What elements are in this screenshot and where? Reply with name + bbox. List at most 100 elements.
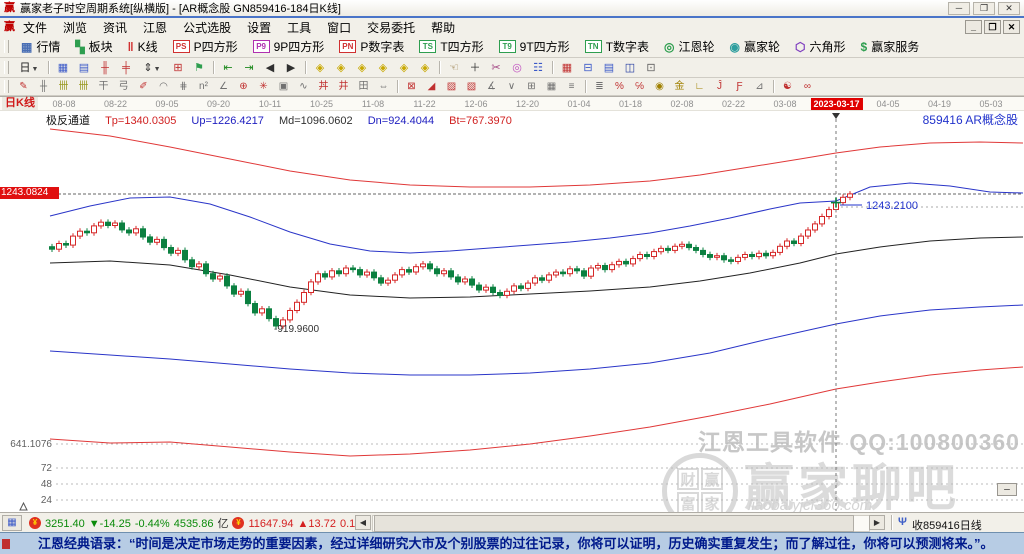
time-rulers-button[interactable]: ╫ (34, 80, 53, 94)
step-back-button[interactable]: ◀ (260, 60, 280, 76)
angle-tool-button[interactable]: ∠ (214, 80, 233, 94)
percent-box-button[interactable]: ℅ (630, 80, 649, 94)
jump-last-button[interactable]: ⇥ (239, 60, 259, 76)
well-marker-1-button[interactable]: 丼 (314, 80, 333, 94)
t-number-table-button[interactable]: TNT数字表 (578, 38, 656, 55)
well-marker-2-button[interactable]: 井 (334, 80, 353, 94)
hash-grid-button[interactable]: ⋕ (174, 80, 193, 94)
menu-item-5[interactable]: 设置 (239, 18, 279, 37)
menu-item-3[interactable]: 江恩 (135, 18, 175, 37)
calculator-button[interactable]: ⊟ (578, 60, 598, 76)
calendar-button[interactable]: ▦ (557, 60, 577, 76)
formula-tool-button[interactable]: ☷ (528, 60, 548, 76)
fill-box-1-button[interactable]: ▨ (442, 80, 461, 94)
zoom-diamond-right-button[interactable]: ◈ (331, 60, 351, 76)
golden-section-button[interactable]: ◉ (650, 80, 669, 94)
period-selector-button[interactable]: 日▼ (14, 60, 44, 76)
window-layout-button[interactable]: ▦ (53, 60, 73, 76)
measure-list-button[interactable]: ≣ (590, 80, 609, 94)
winner-wheel-button[interactable]: ◉赢家轮 (723, 38, 788, 55)
9p-square-button[interactable]: P99P四方形 (246, 38, 332, 55)
gann-wheel-button[interactable]: ◎江恩轮 (657, 38, 722, 55)
percent-tool-button[interactable]: % (610, 80, 629, 94)
kline-button[interactable]: ‖K线 (121, 38, 165, 55)
golden-band-button[interactable]: 金 (670, 80, 689, 94)
menu-item-1[interactable]: 浏览 (55, 18, 95, 37)
hexagon-button[interactable]: ⬡六角形 (788, 38, 853, 55)
close-button[interactable]: ✕ (998, 2, 1020, 15)
ray-fan-button[interactable]: ◢ (422, 80, 441, 94)
ruled-frame-button[interactable]: ▦ (542, 80, 561, 94)
pen-tool-button[interactable]: ✎ (14, 80, 33, 94)
f-line-button[interactable]: Ƒ (730, 80, 749, 94)
kline-style-2-button[interactable]: ╪ (116, 60, 136, 76)
step-forward-button[interactable]: ▶ (281, 60, 301, 76)
crosshair-tool-button[interactable]: ＋ (465, 60, 485, 76)
photo-frame-button[interactable]: ▣ (274, 80, 293, 94)
zoom-diamond-full-button[interactable]: ◈ (415, 60, 435, 76)
erase-tool-button[interactable]: ⊠ (402, 80, 421, 94)
scrollbar-thumb[interactable] (374, 515, 854, 532)
zoom-diamond-v-button[interactable]: ◈ (394, 60, 414, 76)
spiral-tool-button[interactable]: 弓 (114, 80, 133, 94)
multi-chart-button[interactable]: ⊞ (168, 60, 188, 76)
menu-item-2[interactable]: 资讯 (95, 18, 135, 37)
polyline-tool-button[interactable]: ∨ (502, 80, 521, 94)
slope-tool-button[interactable]: ⊿ (750, 80, 769, 94)
quotes-button[interactable]: ▦行情 (14, 38, 67, 55)
menu-item-7[interactable]: 窗口 (319, 18, 359, 37)
p-square-button[interactable]: PSP四方形 (166, 38, 245, 55)
save-button[interactable]: ◫ (620, 60, 640, 76)
infinity-tool-button[interactable]: ∞ (798, 80, 817, 94)
fill-box-2-button[interactable]: ▧ (462, 80, 481, 94)
minimize-button[interactable]: ─ (948, 2, 970, 15)
taiji-tool-button[interactable]: ☯ (778, 80, 797, 94)
zoom-diamond-plus-button[interactable]: ◈ (373, 60, 393, 76)
scroll-right-button[interactable]: ▶ (869, 515, 885, 530)
box-grid-button[interactable]: 田 (354, 80, 373, 94)
menu-item-9[interactable]: 帮助 (423, 18, 463, 37)
export-link-button[interactable]: ⊡ (641, 60, 661, 76)
9t-square-button[interactable]: T99T四方形 (492, 38, 577, 55)
arc-tool-button[interactable]: ◠ (154, 80, 173, 94)
n-square-button[interactable]: n² (194, 80, 213, 94)
kline-style-1-button[interactable]: ╫ (95, 60, 115, 76)
slant-pen-button[interactable]: ∡ (482, 80, 501, 94)
t-square-button[interactable]: TST四方形 (412, 38, 490, 55)
candle-scale-button[interactable]: ⇕▼ (137, 60, 167, 76)
menu-item-4[interactable]: 公式选股 (175, 18, 239, 37)
measure-tool-button[interactable]: ✂ (486, 60, 506, 76)
target-circle-button[interactable]: ⊕ (234, 80, 253, 94)
zoom-diamond-h-button[interactable]: ◈ (352, 60, 372, 76)
restore-button[interactable]: ❐ (973, 2, 995, 15)
parallel-lines-button[interactable]: ≡ (562, 80, 581, 94)
zoom-diamond-left-button[interactable]: ◈ (310, 60, 330, 76)
chart-minimize-button[interactable]: ─ (997, 483, 1017, 496)
quote-grid-button[interactable]: ▦ (2, 515, 22, 531)
child-minimize-button[interactable]: _ (965, 20, 982, 34)
child-close-button[interactable]: ✕ (1003, 20, 1020, 34)
info-board-button[interactable]: ▤ (74, 60, 94, 76)
flag-marker-button[interactable]: ⚑ (189, 60, 209, 76)
span-marker-button[interactable]: ⇔ (374, 80, 393, 94)
gold-angle-button[interactable]: ∟ (690, 80, 709, 94)
child-restore-button[interactable]: ❐ (984, 20, 1001, 34)
hand-tool-button[interactable]: ☜ (444, 60, 464, 76)
gann-grid-1-button[interactable]: 卌 (54, 80, 73, 94)
p-number-table-button[interactable]: PNP数字表 (332, 38, 411, 55)
menu-item-8[interactable]: 交易委托 (359, 18, 423, 37)
trend-marker-button[interactable]: ✐ (134, 80, 153, 94)
data-table-button[interactable]: ▤ (599, 60, 619, 76)
gann-ruler-button[interactable]: ◎ (507, 60, 527, 76)
winner-service-button[interactable]: $赢家服务 (854, 38, 927, 55)
sectors-button[interactable]: ▚板块 (68, 38, 119, 55)
gann-grid-2-button[interactable]: 卌 (74, 80, 93, 94)
j-line-button[interactable]: Ĵ (710, 80, 729, 94)
table-grid-button[interactable]: ⊞ (522, 80, 541, 94)
zigzag-tool-button[interactable]: ∿ (294, 80, 313, 94)
menu-item-0[interactable]: 文件 (15, 18, 55, 37)
scroll-left-button[interactable]: ◀ (355, 515, 371, 530)
star-tool-button[interactable]: ✳ (254, 80, 273, 94)
menu-item-6[interactable]: 工具 (279, 18, 319, 37)
jump-first-button[interactable]: ⇤ (218, 60, 238, 76)
